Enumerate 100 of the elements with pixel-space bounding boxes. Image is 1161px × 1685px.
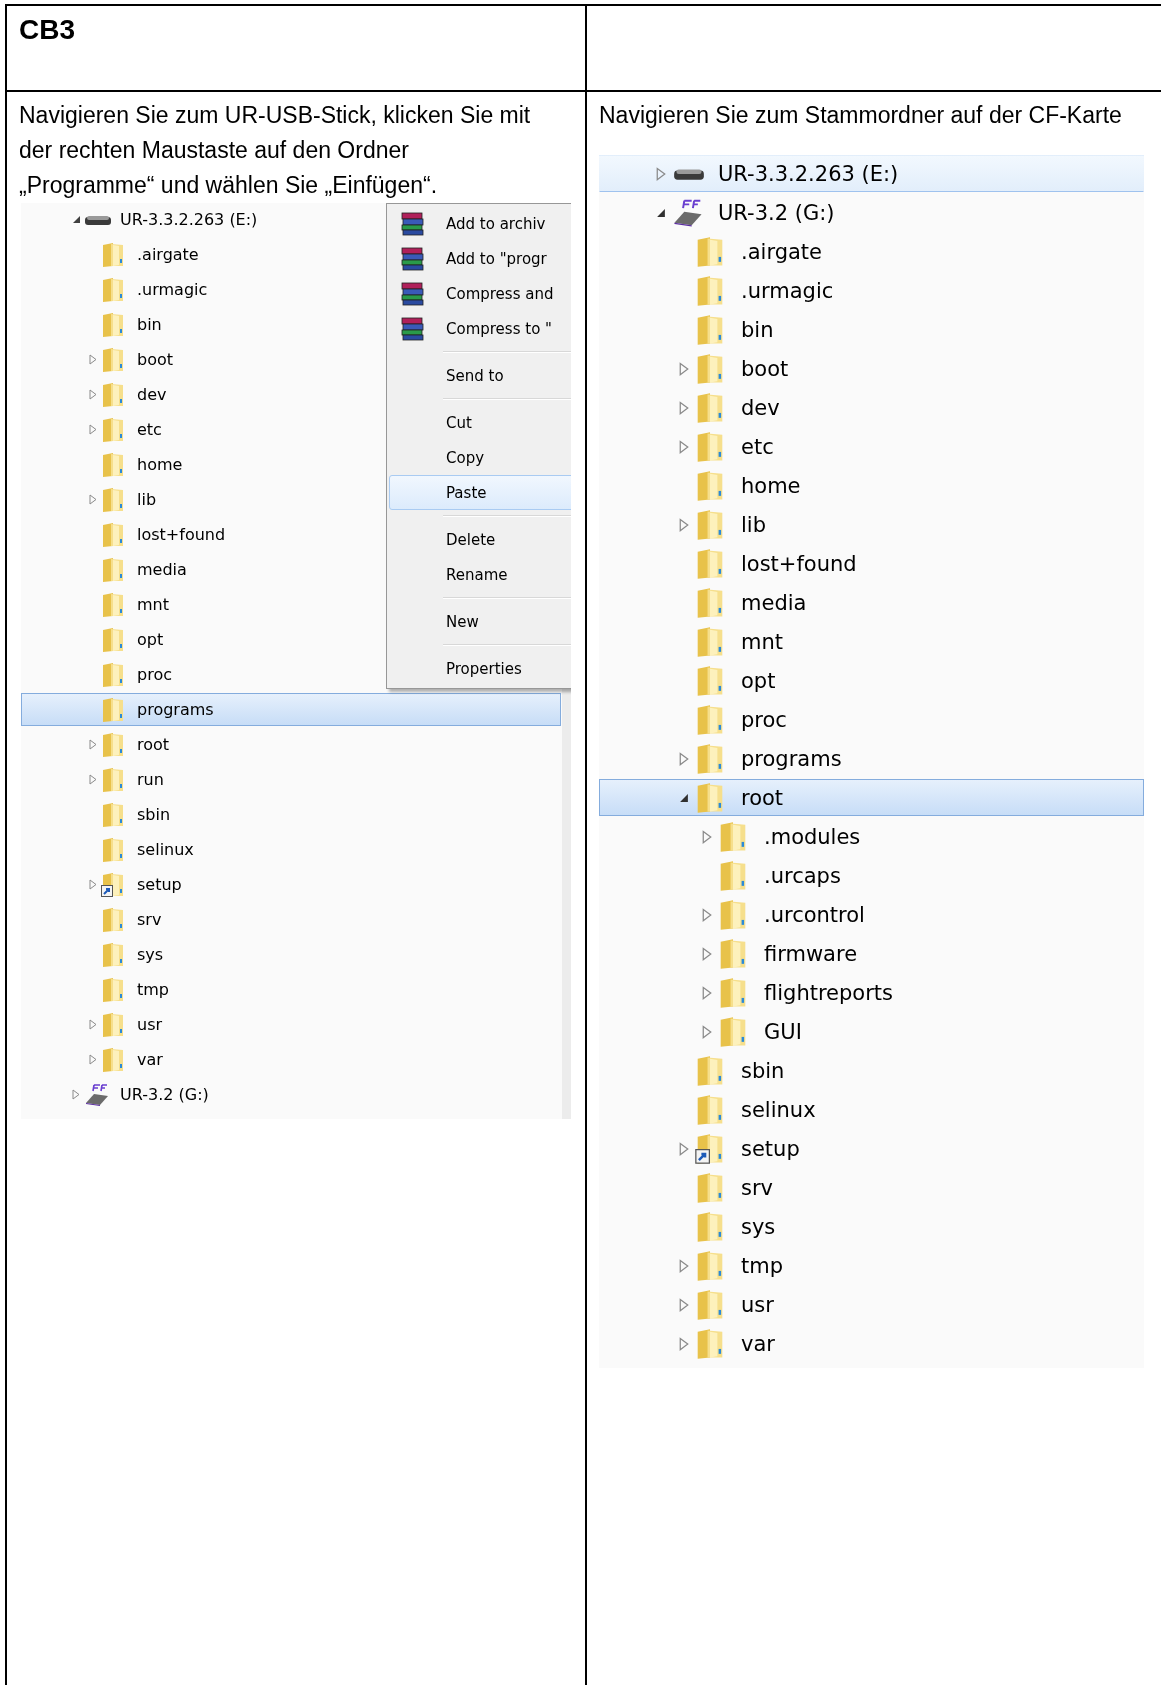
menu-item[interactable]: Add to "progr (389, 241, 571, 276)
collapse-arrow-icon[interactable] (679, 792, 689, 803)
folder-icon (101, 346, 125, 373)
tree-row[interactable]: sbin (21, 798, 561, 831)
folder-icon (101, 731, 125, 758)
tree-row[interactable]: .urcontrol (599, 896, 1144, 933)
expand-arrow-icon[interactable] (72, 1089, 80, 1100)
menu-item[interactable]: New (389, 604, 571, 639)
tree-row[interactable]: firmware (599, 935, 1144, 972)
tree-row[interactable]: sys (599, 1208, 1144, 1245)
folder-icon (695, 1249, 725, 1282)
menu-item[interactable]: Compress and (389, 276, 571, 311)
collapse-arrow-icon[interactable] (656, 207, 666, 218)
expand-arrow-icon[interactable] (679, 751, 689, 766)
tree-row[interactable]: run (21, 763, 561, 796)
expand-arrow-icon[interactable] (89, 879, 97, 890)
expand-arrow-icon[interactable] (702, 829, 712, 844)
folder-label: UR-3.3.2.263 (E:) (718, 161, 899, 186)
tree-row[interactable]: UR-3.2 (G:) (21, 1078, 561, 1111)
tree-row[interactable]: setup (599, 1130, 1144, 1167)
menu-item[interactable]: Properties (389, 651, 571, 686)
tree-row[interactable]: setup (21, 868, 561, 901)
tree-row[interactable]: sbin (599, 1052, 1144, 1089)
tree-row[interactable]: opt (599, 662, 1144, 699)
tree-row[interactable]: etc (599, 428, 1144, 465)
expand-arrow-icon[interactable] (89, 1019, 97, 1030)
folder-label: srv (137, 910, 162, 929)
tree-row[interactable]: srv (599, 1169, 1144, 1206)
tree-row[interactable]: root (599, 779, 1144, 816)
tree-row[interactable]: selinux (21, 833, 561, 866)
expand-arrow-icon[interactable] (89, 389, 97, 400)
expand-arrow-icon[interactable] (679, 1258, 689, 1273)
expand-arrow-icon[interactable] (702, 946, 712, 961)
tree-row[interactable]: GUI (599, 1013, 1144, 1050)
tree-row[interactable]: media (599, 584, 1144, 621)
expand-arrow-icon[interactable] (679, 361, 689, 376)
tree-row[interactable]: mnt (599, 623, 1144, 660)
tree-row[interactable]: .urcaps (599, 857, 1144, 894)
tree-row[interactable]: .modules (599, 818, 1144, 855)
tree-row[interactable]: usr (21, 1008, 561, 1041)
expand-arrow-icon[interactable] (679, 1336, 689, 1351)
expand-arrow-icon[interactable] (89, 424, 97, 435)
collapse-arrow-icon[interactable] (71, 215, 81, 224)
tree-row[interactable]: boot (599, 350, 1144, 387)
folder-label: opt (137, 630, 164, 649)
tree-row[interactable]: proc (599, 701, 1144, 738)
tree-row[interactable]: root (21, 728, 561, 761)
tree-row[interactable]: var (599, 1325, 1144, 1362)
folder-icon (101, 521, 125, 548)
tree-row[interactable]: tmp (599, 1247, 1144, 1284)
expand-arrow-icon[interactable] (702, 985, 712, 1000)
tree-row[interactable]: bin (599, 311, 1144, 348)
tree-row[interactable]: usr (599, 1286, 1144, 1323)
tree-row[interactable]: tmp (21, 973, 561, 1006)
menu-item[interactable]: Copy (389, 440, 571, 475)
tree-row[interactable]: programs (599, 740, 1144, 777)
tree-row[interactable]: lib (599, 506, 1144, 543)
expand-arrow-icon[interactable] (679, 439, 689, 454)
tree-row[interactable]: .urmagic (599, 272, 1144, 309)
expand-arrow-icon[interactable] (679, 1297, 689, 1312)
menu-item[interactable]: Add to archiv (389, 206, 571, 241)
folder-label: bin (741, 317, 774, 342)
tree-row[interactable]: var (21, 1043, 561, 1076)
menu-item[interactable]: Paste (389, 475, 571, 510)
tree-row[interactable]: home (599, 467, 1144, 504)
tree-row[interactable]: UR-3.3.2.263 (E:) (599, 155, 1144, 192)
folder-label: etc (137, 420, 162, 439)
folder-icon (695, 547, 725, 580)
tree-row[interactable]: sys (21, 938, 561, 971)
expand-arrow-icon[interactable] (656, 166, 666, 181)
menu-item[interactable]: Rename (389, 557, 571, 592)
expand-arrow-icon[interactable] (89, 739, 97, 750)
tree-row[interactable]: .airgate (599, 233, 1144, 270)
expand-arrow-icon[interactable] (702, 907, 712, 922)
expand-arrow-icon[interactable] (679, 400, 689, 415)
expand-arrow-icon[interactable] (89, 354, 97, 365)
expand-arrow-icon[interactable] (679, 517, 689, 532)
expand-arrow-icon[interactable] (89, 494, 97, 505)
tree-row[interactable]: flightreports (599, 974, 1144, 1011)
menu-item[interactable]: Delete (389, 522, 571, 557)
tree-row[interactable]: dev (599, 389, 1144, 426)
folder-label: boot (137, 350, 173, 369)
expand-arrow-icon[interactable] (702, 1024, 712, 1039)
menu-item[interactable]: Cut (389, 405, 571, 440)
menu-item[interactable]: Compress to " (389, 311, 571, 346)
folder-label: opt (741, 668, 776, 693)
tree-row[interactable]: programs (21, 693, 561, 726)
menu-item[interactable]: Send to (389, 358, 571, 393)
folder-label: proc (137, 665, 172, 684)
folder-icon (101, 976, 125, 1003)
tree-row[interactable]: srv (21, 903, 561, 936)
tree-row[interactable]: selinux (599, 1091, 1144, 1128)
folder-label: programs (741, 746, 842, 771)
expand-arrow-icon[interactable] (89, 1054, 97, 1065)
folder-label: lib (741, 512, 766, 537)
expand-arrow-icon[interactable] (89, 774, 97, 785)
tree-row[interactable]: lost+found (599, 545, 1144, 582)
expand-arrow-icon[interactable] (679, 1141, 689, 1156)
tree-row[interactable]: UR-3.2 (G:) (599, 194, 1144, 231)
folder-label: .airgate (741, 239, 822, 264)
